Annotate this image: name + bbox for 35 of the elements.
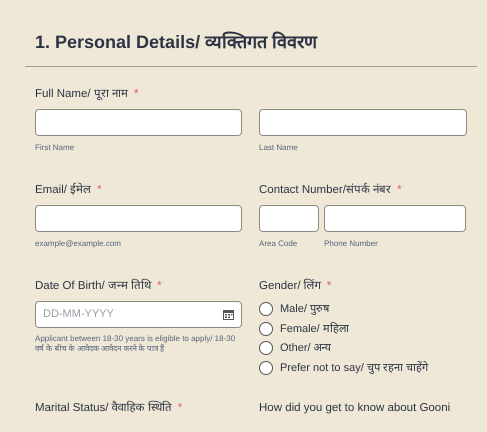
radio-button[interactable]: [259, 302, 273, 316]
phone-field[interactable]: [324, 205, 466, 232]
radio-label: Male/ पुरुष: [280, 302, 329, 317]
field-hint: Applicant between 18-30 years is eligible to apply/ 18-30 वर्ष के बीच के आवेदक आवेदन करने के पात्र हैं: [35, 334, 236, 354]
radio-label: Female/ महिला: [280, 321, 349, 336]
field-label: Date Of Birth/ जन्म तिथि *: [35, 279, 163, 294]
required-marker: *: [97, 184, 102, 196]
section-title: 1. Personal Details/ व्यक्तिगत विवरण: [35, 30, 319, 54]
field-hint: Area Code: [259, 239, 298, 249]
field-label: Marital Status/ वैवाहिक स्थिति *: [35, 401, 184, 416]
calendar-icon[interactable]: [223, 310, 234, 320]
text-field[interactable]: [259, 109, 467, 136]
radio-button[interactable]: [259, 322, 273, 336]
field-hint: First Name: [35, 143, 76, 153]
required-marker: *: [397, 184, 402, 196]
field-label: Full Name/ पूरा नाम *: [35, 87, 140, 102]
field-hint: Last Name: [259, 143, 299, 153]
required-marker: *: [326, 280, 332, 292]
field-label: Email/ ईमेल *: [35, 183, 103, 198]
required-marker: *: [178, 402, 182, 414]
date-field[interactable]: DD-MM-YYYY: [35, 301, 242, 328]
field-hint: Phone Number: [324, 239, 379, 249]
text-field[interactable]: [35, 109, 242, 136]
field-label: Gender/ लिंग *: [259, 279, 332, 294]
radio-label: Other/ अन्य: [280, 341, 331, 356]
radio-label: Prefer not to say/ चुप रहना चाहेंगे: [280, 360, 428, 376]
field-hint: example@example.com: [35, 239, 122, 249]
area-code-field[interactable]: [259, 205, 319, 232]
field-label: Contact Number/संपर्क नंबर *: [259, 183, 403, 198]
radio-button[interactable]: [259, 341, 273, 356]
field-label: How did you get to know about Gooni: [259, 401, 452, 416]
radio-button[interactable]: [259, 360, 273, 375]
required-marker: *: [157, 280, 162, 292]
required-marker: *: [134, 88, 138, 100]
email-field[interactable]: [35, 205, 242, 232]
